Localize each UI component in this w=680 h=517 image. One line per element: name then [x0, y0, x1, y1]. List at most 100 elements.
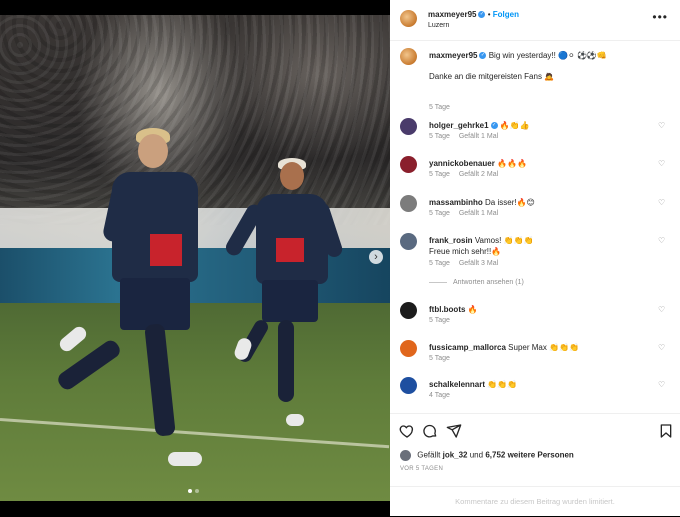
- comment: massambinho Da isser!🔥😊 5 Tage Gefällt 1…: [400, 195, 670, 225]
- comment-text: fussicamp_mallorca Super Max 👏👏👏: [429, 342, 654, 353]
- view-replies-label: Antworten ansehen (1): [453, 279, 524, 286]
- comment-avatar[interactable]: [400, 233, 417, 250]
- comment-username[interactable]: holger_gehrke1: [429, 121, 489, 130]
- comment-avatar[interactable]: [400, 302, 417, 319]
- comment-meta: 5 Tage Gefällt 1 Mal: [429, 210, 505, 217]
- caption-avatar[interactable]: [400, 48, 417, 65]
- comment-text: yannickobenauer 🔥🔥🔥: [429, 158, 654, 169]
- comment-username[interactable]: ftbl.boots: [429, 305, 465, 314]
- comment-avatar[interactable]: [400, 118, 417, 135]
- slide-dot: [195, 489, 199, 493]
- comment-meta: 5 Tage: [429, 317, 457, 324]
- likes-summary[interactable]: Gefällt jok_32 und 6,752 weitere Persone…: [400, 450, 574, 461]
- verified-badge-icon: ✓: [479, 52, 487, 60]
- liked-by-user[interactable]: jok_32: [443, 451, 468, 460]
- comment-body: Da isser!🔥😊: [485, 198, 535, 207]
- comment-avatar[interactable]: [400, 156, 417, 173]
- comment-likes[interactable]: Gefällt 1 Mal: [459, 133, 498, 140]
- slide-indicator: [188, 489, 199, 493]
- liked-by-avatar: [400, 450, 411, 461]
- liked-by-prefix: Gefällt: [417, 450, 441, 460]
- verified-badge-icon: ✓: [478, 11, 486, 19]
- comment: ftbl.boots 🔥 5 Tage ♡: [400, 302, 670, 332]
- caption-meta: 5 Tage: [429, 104, 457, 111]
- share-paper-plane-icon[interactable]: [446, 423, 462, 439]
- next-slide-button[interactable]: ›: [369, 250, 383, 264]
- comment-body: 👏👏👏: [487, 380, 518, 389]
- comment-time: 5 Tage: [429, 171, 450, 178]
- comment-text: massambinho Da isser!🔥😊: [429, 197, 654, 208]
- comment-likes[interactable]: Gefällt 3 Mal: [459, 260, 498, 267]
- comment-time: 5 Tage: [429, 317, 450, 324]
- comment-meta: 5 Tage Gefällt 2 Mal: [429, 171, 505, 178]
- comment-username[interactable]: schalkelennart: [429, 380, 485, 389]
- comment-time: 5 Tage: [429, 210, 450, 217]
- comment-meta: 4 Tage: [429, 392, 457, 399]
- comment-avatar[interactable]: [400, 377, 417, 394]
- comment-username[interactable]: frank_rosin: [429, 236, 473, 245]
- player-right-icon: [223, 150, 348, 430]
- bookmark-icon[interactable]: [658, 423, 674, 439]
- post-header: maxmeyer95 ✓ • Folgen Luzern •••: [390, 0, 680, 41]
- comment-avatar[interactable]: [400, 340, 417, 357]
- like-comment-heart-icon[interactable]: ♡: [658, 199, 665, 207]
- liked-by-count[interactable]: 6,752 weitere Personen: [485, 451, 574, 460]
- author-username[interactable]: maxmeyer95: [428, 10, 476, 19]
- post-media[interactable]: ›: [0, 0, 390, 516]
- comment-body: Super Max 👏👏👏: [508, 343, 579, 352]
- like-comment-heart-icon[interactable]: ♡: [658, 237, 665, 245]
- comment-username[interactable]: massambinho: [429, 198, 483, 207]
- comment: frank_rosin Vamos! 👏👏👏 Freue mich sehr!!…: [400, 233, 670, 293]
- comments-list[interactable]: maxmeyer95 ✓ Big win yesterday!! 🔵⚪ ⚽⚽👊 D…: [390, 40, 680, 410]
- player-left-icon: [50, 120, 210, 480]
- comments-limited-notice: Kommentare zu diesem Beitrag wurden limi…: [390, 486, 680, 517]
- liked-by-connector: und: [469, 450, 484, 460]
- comment: holger_gehrke1 ✓ 🔥👏👍 5 Tage Gefällt 1 Mal…: [400, 118, 670, 148]
- post-location[interactable]: Luzern: [428, 22, 449, 29]
- more-options-button[interactable]: •••: [652, 10, 668, 24]
- comment-time: 5 Tage: [429, 260, 450, 267]
- comment-meta: 5 Tage Gefällt 3 Mal: [429, 260, 505, 267]
- like-comment-heart-icon[interactable]: ♡: [658, 160, 665, 168]
- comment-username[interactable]: fussicamp_mallorca: [429, 343, 506, 352]
- comment-text: frank_rosin Vamos! 👏👏👏 Freue mich sehr!!…: [429, 235, 654, 257]
- comment: yannickobenauer 🔥🔥🔥 5 Tage Gefällt 2 Mal…: [400, 156, 670, 186]
- comment-likes[interactable]: Gefällt 2 Mal: [459, 171, 498, 178]
- caption: maxmeyer95 ✓ Big win yesterday!! 🔵⚪ ⚽⚽👊 D…: [400, 48, 670, 111]
- like-comment-heart-icon[interactable]: ♡: [658, 122, 665, 130]
- comment-text: ftbl.boots 🔥: [429, 304, 654, 315]
- like-comment-heart-icon[interactable]: ♡: [658, 344, 665, 352]
- post-actions: Gefällt jok_32 und 6,752 weitere Persone…: [390, 413, 680, 494]
- comment-username[interactable]: yannickobenauer: [429, 159, 495, 168]
- comment-meta: 5 Tage Gefällt 1 Mal: [429, 133, 505, 140]
- post-sidebar: maxmeyer95 ✓ • Folgen Luzern ••• maxmeyer…: [390, 0, 680, 516]
- comment-likes[interactable]: Gefällt 1 Mal: [459, 210, 498, 217]
- caption-text: maxmeyer95 ✓ Big win yesterday!! 🔵⚪ ⚽⚽👊 D…: [429, 50, 654, 82]
- caption-line1: Big win yesterday!! 🔵⚪ ⚽⚽👊: [488, 51, 607, 60]
- post-timestamp: VOR 5 TAGEN: [400, 466, 444, 472]
- comment: fussicamp_mallorca Super Max 👏👏👏 5 Tage …: [400, 340, 670, 370]
- comment-text: schalkelennart 👏👏👏: [429, 379, 654, 390]
- like-comment-heart-icon[interactable]: ♡: [658, 381, 665, 389]
- caption-line2: Danke an die mitgereisten Fans 🙇: [429, 72, 555, 81]
- replies-line: [429, 281, 447, 283]
- caption-username[interactable]: maxmeyer95: [429, 51, 477, 60]
- comment-meta: 5 Tage: [429, 355, 457, 362]
- comment: schalkelennart 👏👏👏 4 Tage ♡: [400, 377, 670, 407]
- follow-button[interactable]: Folgen: [493, 10, 519, 19]
- verified-badge-icon: ✓: [490, 122, 498, 130]
- comment-time: 5 Tage: [429, 133, 450, 140]
- caption-time: 5 Tage: [429, 104, 450, 111]
- post-viewer: › maxmeyer95 ✓ • Folgen Luzern ••• maxmey…: [0, 0, 680, 516]
- author-avatar[interactable]: [400, 10, 417, 27]
- comment-bubble-icon[interactable]: [422, 423, 438, 439]
- like-comment-heart-icon[interactable]: ♡: [658, 306, 665, 314]
- slide-dot-active: [188, 489, 192, 493]
- comment-avatar[interactable]: [400, 195, 417, 212]
- view-replies-button[interactable]: Antworten ansehen (1): [429, 279, 524, 286]
- comment-text: holger_gehrke1 ✓ 🔥👏👍: [429, 120, 654, 131]
- comment-body-line2: Freue mich sehr!!🔥: [429, 247, 502, 256]
- like-heart-icon[interactable]: [399, 423, 415, 439]
- comment-body: 🔥: [467, 305, 478, 314]
- comment-body: 🔥🔥🔥: [497, 159, 527, 168]
